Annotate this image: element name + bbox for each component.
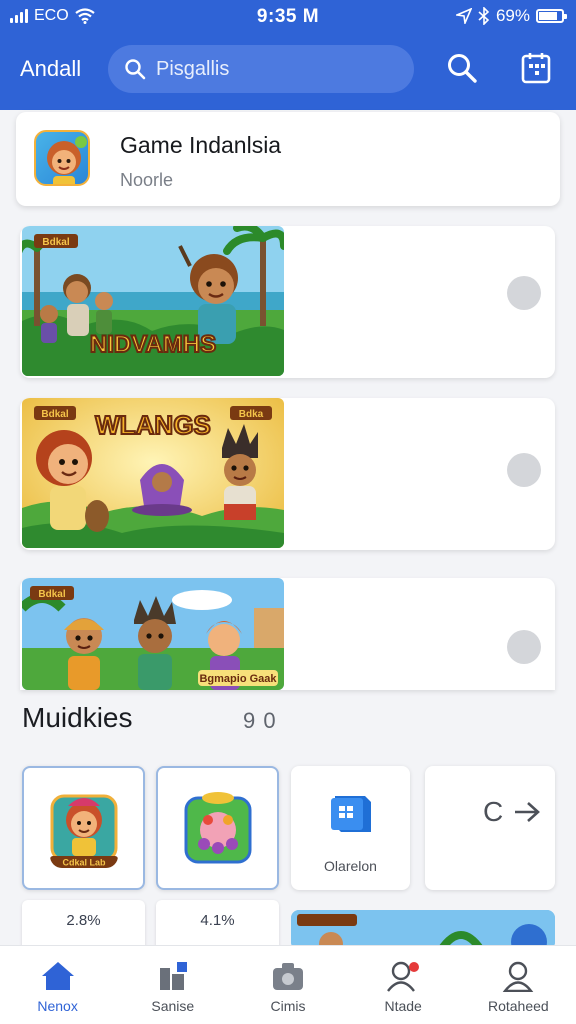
- cartoon-girl-icon: [34, 130, 90, 186]
- search-icon: [448, 54, 477, 83]
- select-radio[interactable]: [507, 453, 541, 487]
- person-icon: [503, 961, 534, 992]
- stat-value: 2.8%: [66, 912, 101, 929]
- banner-title: Bgmapio Gaak: [199, 673, 277, 685]
- section-count: 9 0: [243, 708, 277, 733]
- mini-card[interactable]: C: [425, 766, 555, 890]
- search-input[interactable]: [156, 57, 396, 81]
- forward-arrow-icon: [515, 802, 540, 822]
- status-right: 69%: [455, 6, 567, 26]
- game-card[interactable]: Bdkal NIDVAMHS: [20, 226, 555, 378]
- mini-card-label: C: [483, 796, 504, 827]
- nav-label: Cimis: [270, 998, 306, 1014]
- badge-label: Bdkal: [38, 589, 65, 600]
- mini-card[interactable]: [156, 766, 279, 890]
- profile-alert-icon: [387, 961, 420, 992]
- banner-title: WLANGS: [95, 410, 211, 440]
- home-icon: [41, 962, 74, 990]
- app-title: Andall: [20, 56, 82, 81]
- banner-title: NIDVAMHS: [90, 331, 216, 358]
- jungle-friends-banner: Bdkal Bdka WLANGS: [22, 398, 284, 548]
- battery-icon: [536, 9, 567, 23]
- mini-card[interactable]: Olarelon: [291, 766, 410, 890]
- search-button[interactable]: [442, 48, 482, 88]
- battery-percent: 69%: [495, 6, 530, 25]
- location-icon: [455, 8, 472, 24]
- village-heroes-banner: Bdkal NIDVAMHS: [22, 226, 284, 376]
- badge-label-right: Bdka: [239, 409, 264, 420]
- app-header: ECO 9:35 M 69% Andall: [0, 0, 576, 110]
- featured-subtitle: Noorle: [120, 170, 174, 190]
- bottom-nav: Nenox Sanise Cimis Ntade Rotaheed: [0, 945, 576, 1024]
- chart-icon: [159, 962, 187, 990]
- camera-icon: [272, 963, 303, 990]
- status-bar: ECO 9:35 M 69%: [0, 0, 576, 34]
- mini-card[interactable]: Cdkal Lab: [22, 766, 145, 890]
- section-title: Muidkies: [22, 702, 133, 733]
- search-bar[interactable]: [108, 45, 414, 93]
- badge-label: Bdkal: [42, 237, 69, 248]
- nav-item-camera[interactable]: Cimis: [230, 946, 345, 1024]
- mini-card-label: Cdkal Lab: [62, 858, 106, 868]
- nav-item-stats[interactable]: Sanise: [115, 946, 230, 1024]
- select-radio[interactable]: [507, 276, 541, 310]
- mini-card-label: Olarelon: [324, 858, 377, 874]
- game-card[interactable]: Bdkal Bdka WLANGS: [20, 398, 555, 550]
- nav-label: Ntade: [384, 998, 422, 1014]
- nav-item-home[interactable]: Nenox: [0, 946, 115, 1024]
- nav-item-profile[interactable]: Rotaheed: [461, 946, 576, 1024]
- nav-label: Rotaheed: [487, 998, 549, 1014]
- badge-label: Bdkal: [41, 409, 68, 420]
- fruit-basket-icon: [184, 788, 252, 868]
- nav-label: Nenox: [37, 998, 78, 1014]
- featured-title: Game Indanlsia: [120, 132, 282, 158]
- calendar-button[interactable]: [516, 48, 556, 88]
- nav-label: Sanise: [151, 998, 195, 1014]
- bluetooth-icon: [478, 7, 490, 25]
- game-card[interactable]: Bdkal Bgmapio Gaak: [20, 578, 555, 690]
- promo-banner[interactable]: [291, 910, 555, 950]
- app-cube-icon: [331, 796, 371, 832]
- kids-adventure-banner: Bdkal Bgmapio Gaak: [22, 578, 284, 690]
- calendar-icon: [521, 53, 551, 84]
- search-icon: [125, 59, 146, 80]
- nav-item-trade[interactable]: Ntade: [346, 946, 461, 1024]
- featured-game-card[interactable]: Game Indanlsia Noorle: [16, 112, 560, 206]
- select-radio[interactable]: [507, 630, 541, 664]
- stat-value: 4.1%: [200, 912, 235, 929]
- girl-character-icon: Cdkal Lab: [50, 788, 118, 868]
